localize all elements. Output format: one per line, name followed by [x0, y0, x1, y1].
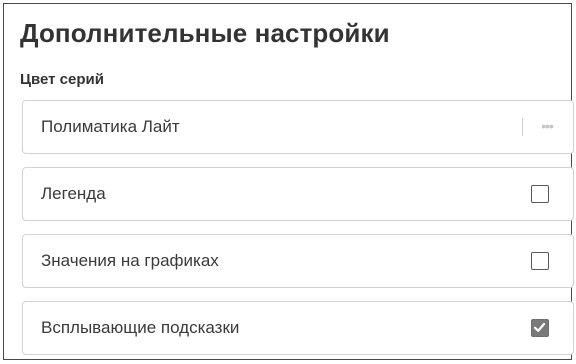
tooltips-checkbox[interactable]: [531, 319, 549, 337]
values-on-charts-checkbox[interactable]: [531, 252, 549, 270]
legend-checkbox[interactable]: [531, 185, 549, 203]
option-row-legend[interactable]: Легенда: [22, 167, 574, 221]
series-color-label: Цвет серий: [20, 71, 104, 88]
option-row-values-on-charts[interactable]: Значения на графиках: [22, 234, 574, 288]
checkmark-icon: [533, 322, 546, 332]
option-label-legend: Легенда: [41, 184, 106, 203]
series-color-select-value: Полиматика Лайт: [41, 117, 180, 136]
series-color-select[interactable]: Полиматика Лайт •••: [22, 100, 574, 154]
option-label-tooltips: Всплывающие подсказки: [41, 318, 240, 337]
panel-title: Дополнительные настройки: [20, 18, 390, 48]
ellipsis-icon[interactable]: •••: [535, 114, 559, 138]
option-label-values-on-charts: Значения на графиках: [41, 251, 219, 270]
select-divider: [522, 118, 523, 136]
additional-settings-panel: Дополнительные настройки Цвет серий Поли…: [3, 3, 574, 360]
option-row-tooltips[interactable]: Всплывающие подсказки: [22, 301, 574, 355]
